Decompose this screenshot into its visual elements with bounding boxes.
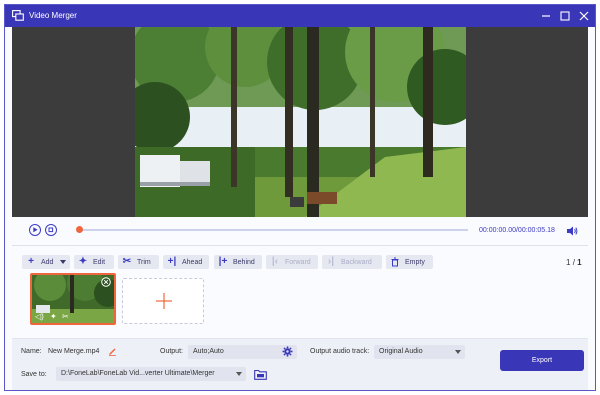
close-button[interactable]	[577, 8, 591, 24]
save-path-value: D:\FoneLab\FoneLab Vid...verter Ultimate…	[61, 370, 215, 377]
page-indicator: 1 / 1	[566, 258, 582, 267]
save-path-select[interactable]: D:\FoneLab\FoneLab Vid...verter Ultimate…	[56, 367, 246, 381]
output-value: Auto;Auto	[193, 348, 224, 355]
close-icon	[579, 11, 589, 21]
time-display: 00:00:00.00/00:00:05.18	[479, 227, 555, 234]
maximize-button[interactable]	[558, 8, 572, 24]
trim-label: Trim	[137, 258, 151, 266]
stop-icon	[48, 227, 54, 233]
clip-edit-icon[interactable]: ✦	[50, 312, 57, 321]
title-bar: Video Merger	[5, 5, 595, 27]
save-to-label: Save to:	[21, 371, 47, 378]
video-merger-window: Video Merger 00:00:00.00/00:00:05.18 + A…	[4, 4, 596, 391]
minimize-button[interactable]	[539, 8, 553, 24]
add-clip-area[interactable]	[122, 278, 204, 324]
progress-handle[interactable]	[76, 226, 83, 233]
maximize-icon	[560, 11, 570, 21]
trash-icon	[391, 257, 399, 267]
empty-label: Empty	[405, 258, 425, 266]
output-settings-panel: Name: New Merge.mp4 Output: Auto;Auto Ou…	[12, 338, 588, 390]
forward-icon: |‹	[271, 256, 279, 267]
clip-thumbnail[interactable]: ◁) ✦ ✂	[30, 273, 116, 325]
audio-track-value: Original Audio	[379, 348, 423, 355]
gear-icon[interactable]	[282, 346, 293, 357]
video-frame	[135, 27, 466, 217]
edit-button[interactable]: ✦ Edit	[74, 255, 114, 269]
empty-button[interactable]: Empty	[386, 255, 433, 269]
chevron-down-icon	[236, 372, 242, 376]
audio-track-select[interactable]: Original Audio	[374, 345, 465, 359]
forward-label: Forward	[285, 258, 311, 266]
trim-button[interactable]: ✂ Trim	[118, 255, 159, 269]
page-current: 1	[566, 258, 571, 267]
behind-label: Behind	[233, 258, 255, 266]
backward-icon: ›|	[327, 256, 335, 267]
backward-button[interactable]: ›| Backward	[322, 255, 382, 269]
plus-icon: +	[28, 256, 34, 267]
name-label: Name:	[21, 348, 42, 355]
minimize-icon	[542, 15, 550, 17]
progress-track[interactable]	[82, 229, 468, 231]
player-controls: 00:00:00.00/00:00:05.18	[12, 219, 588, 243]
window-title: Video Merger	[29, 11, 77, 20]
play-icon	[33, 227, 38, 233]
merge-app-icon	[12, 10, 24, 21]
ahead-button[interactable]: +| Ahead	[163, 255, 209, 269]
chevron-down-icon[interactable]	[59, 259, 67, 265]
magic-wand-icon: ✦	[78, 256, 88, 267]
add-label: Add	[41, 258, 54, 266]
page-total: 1	[577, 258, 582, 267]
audio-track-label: Output audio track:	[310, 348, 370, 355]
edit-label: Edit	[93, 258, 106, 266]
ahead-label: Ahead	[182, 258, 203, 266]
behind-icon: |+	[218, 256, 228, 267]
folder-icon[interactable]	[254, 369, 267, 380]
volume-icon[interactable]	[566, 225, 578, 237]
clip-volume-icon[interactable]: ◁)	[35, 312, 44, 321]
clip-trim-icon[interactable]: ✂	[62, 312, 69, 321]
chevron-down-icon	[455, 350, 461, 354]
remove-clip-icon[interactable]	[101, 277, 111, 287]
video-preview	[12, 27, 588, 217]
output-format-field[interactable]: Auto;Auto	[188, 345, 297, 359]
forward-button[interactable]: |‹ Forward	[266, 255, 318, 269]
page-separator: /	[572, 258, 575, 267]
divider	[12, 245, 588, 246]
plus-icon	[156, 293, 172, 309]
export-button[interactable]: Export	[500, 350, 584, 371]
behind-button[interactable]: |+ Behind	[214, 255, 262, 269]
play-button[interactable]	[29, 224, 41, 236]
ahead-icon: +|	[167, 256, 177, 267]
output-label: Output:	[160, 348, 183, 355]
backward-label: Backward	[341, 258, 372, 266]
scissors-icon: ✂	[122, 256, 132, 267]
pencil-icon[interactable]	[108, 347, 117, 356]
add-button[interactable]: + Add	[22, 255, 70, 269]
stop-button[interactable]	[45, 224, 57, 236]
file-name-field[interactable]: New Merge.mp4	[48, 348, 99, 355]
